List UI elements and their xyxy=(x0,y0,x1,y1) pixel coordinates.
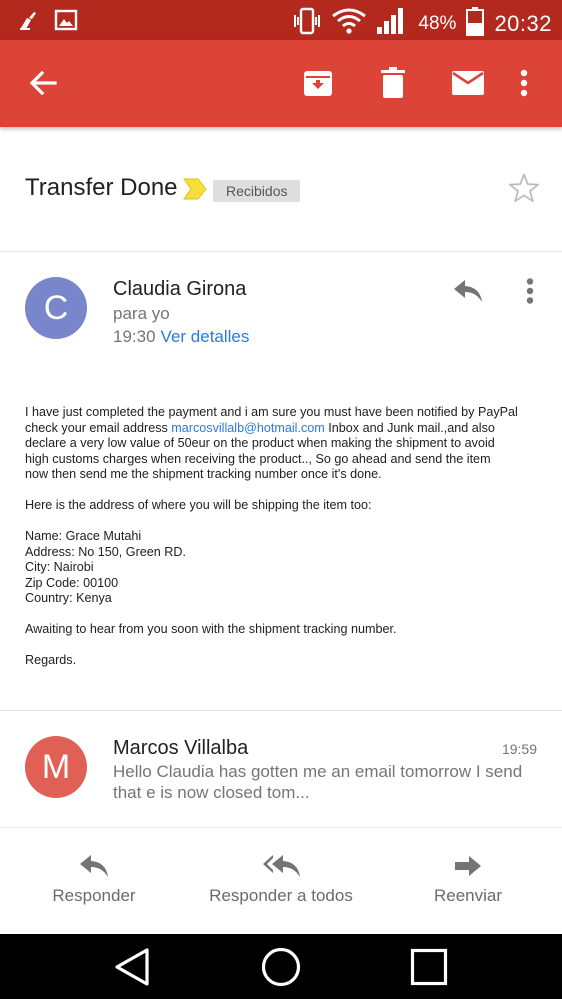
body-text: check your email address xyxy=(25,420,172,435)
nav-back-icon[interactable] xyxy=(107,944,157,990)
mark-unread-icon[interactable] xyxy=(447,62,489,104)
delete-icon[interactable] xyxy=(372,62,414,104)
address-city: City: Nairobi xyxy=(25,560,94,574)
avatar[interactable]: M xyxy=(25,736,87,798)
email-link[interactable]: marcosvillalb@hotmail.com xyxy=(171,421,324,435)
archive-icon[interactable] xyxy=(297,62,339,104)
sender-name: Marcos Villalba xyxy=(113,737,249,759)
body-line: high customs charges when receiving the … xyxy=(25,451,491,466)
system-nav-bar xyxy=(0,934,562,999)
body-line: Regards. xyxy=(25,653,77,667)
forward-icon xyxy=(454,852,482,880)
more-vert-icon[interactable] xyxy=(503,62,545,104)
reply-action-bar: Responder Responder a todos Reenviar xyxy=(0,827,562,935)
body-line: now then send me the shipment tracking n… xyxy=(25,467,382,481)
reply-icon xyxy=(79,852,109,880)
cleaner-icon xyxy=(18,9,40,36)
reply-icon[interactable] xyxy=(452,278,484,309)
thread-subject: Transfer Done xyxy=(25,174,178,201)
nav-recents-icon[interactable] xyxy=(404,944,454,990)
body-text: Inbox and Junk mail.,and also xyxy=(324,420,495,435)
address-country: Country: Kenya xyxy=(25,591,112,605)
reply-button[interactable]: Responder xyxy=(28,828,160,935)
message-time-line: 19:30 Ver detalles xyxy=(113,327,249,347)
reply-label: Responder xyxy=(52,886,136,905)
wifi-icon xyxy=(332,8,367,39)
view-details-link[interactable]: Ver detalles xyxy=(161,327,250,346)
address-zip: Zip Code: 00100 xyxy=(25,575,119,590)
message-header[interactable]: C Claudia Girona para yo 19:30 Ver detall… xyxy=(0,252,562,372)
message-more-icon[interactable] xyxy=(526,278,534,309)
body-line: Here is the address of where you will be… xyxy=(25,498,372,512)
message-time: 19:30 xyxy=(113,327,156,346)
nav-home-icon[interactable] xyxy=(256,944,306,990)
sender-name: Claudia Girona xyxy=(113,278,247,300)
message-snippet: Hello Claudia has gotten me an email tom… xyxy=(113,762,523,802)
vibrate-icon xyxy=(292,7,322,40)
address-street: Address: No 150, Green RD. xyxy=(25,544,186,559)
signal-icon xyxy=(376,7,408,40)
image-icon xyxy=(54,8,78,37)
status-bar: 48% 20:32 xyxy=(0,0,562,40)
body-line: check your email address marcosvillalb@h… xyxy=(25,421,545,437)
reply-all-icon xyxy=(261,852,301,880)
body-line: Awaiting to hear from you soon with the … xyxy=(25,622,397,636)
app-bar xyxy=(0,40,562,127)
recipient-line: para yo xyxy=(113,304,170,323)
status-time: 20:32 xyxy=(494,10,552,36)
address-name: Name: Grace Mutahi xyxy=(25,529,142,543)
reply-all-button[interactable]: Responder a todos xyxy=(200,828,362,935)
label-chip[interactable]: Recibidos xyxy=(213,180,301,202)
body-line: I have just completed the payment and i … xyxy=(25,405,518,419)
collapsed-message[interactable]: M Marcos Villalba 19:59 Hello Claudia ha… xyxy=(0,711,562,827)
message-body: I have just completed the payment and i … xyxy=(25,405,545,684)
body-line: declare a very low value of 50eur on the… xyxy=(25,436,495,450)
forward-label: Reenviar xyxy=(433,886,503,905)
back-arrow-icon[interactable] xyxy=(22,62,64,104)
battery-icon xyxy=(466,6,485,41)
star-icon[interactable] xyxy=(508,173,540,208)
importance-marker-icon[interactable] xyxy=(183,178,207,205)
reply-all-label: Responder a todos xyxy=(209,886,353,905)
battery-percent: 48% xyxy=(418,12,457,34)
message-time: 19:59 xyxy=(501,741,537,757)
forward-button[interactable]: Reenviar xyxy=(408,828,528,935)
subject-row: Transfer Done Recibidos xyxy=(0,127,562,252)
avatar[interactable]: C xyxy=(25,277,87,339)
